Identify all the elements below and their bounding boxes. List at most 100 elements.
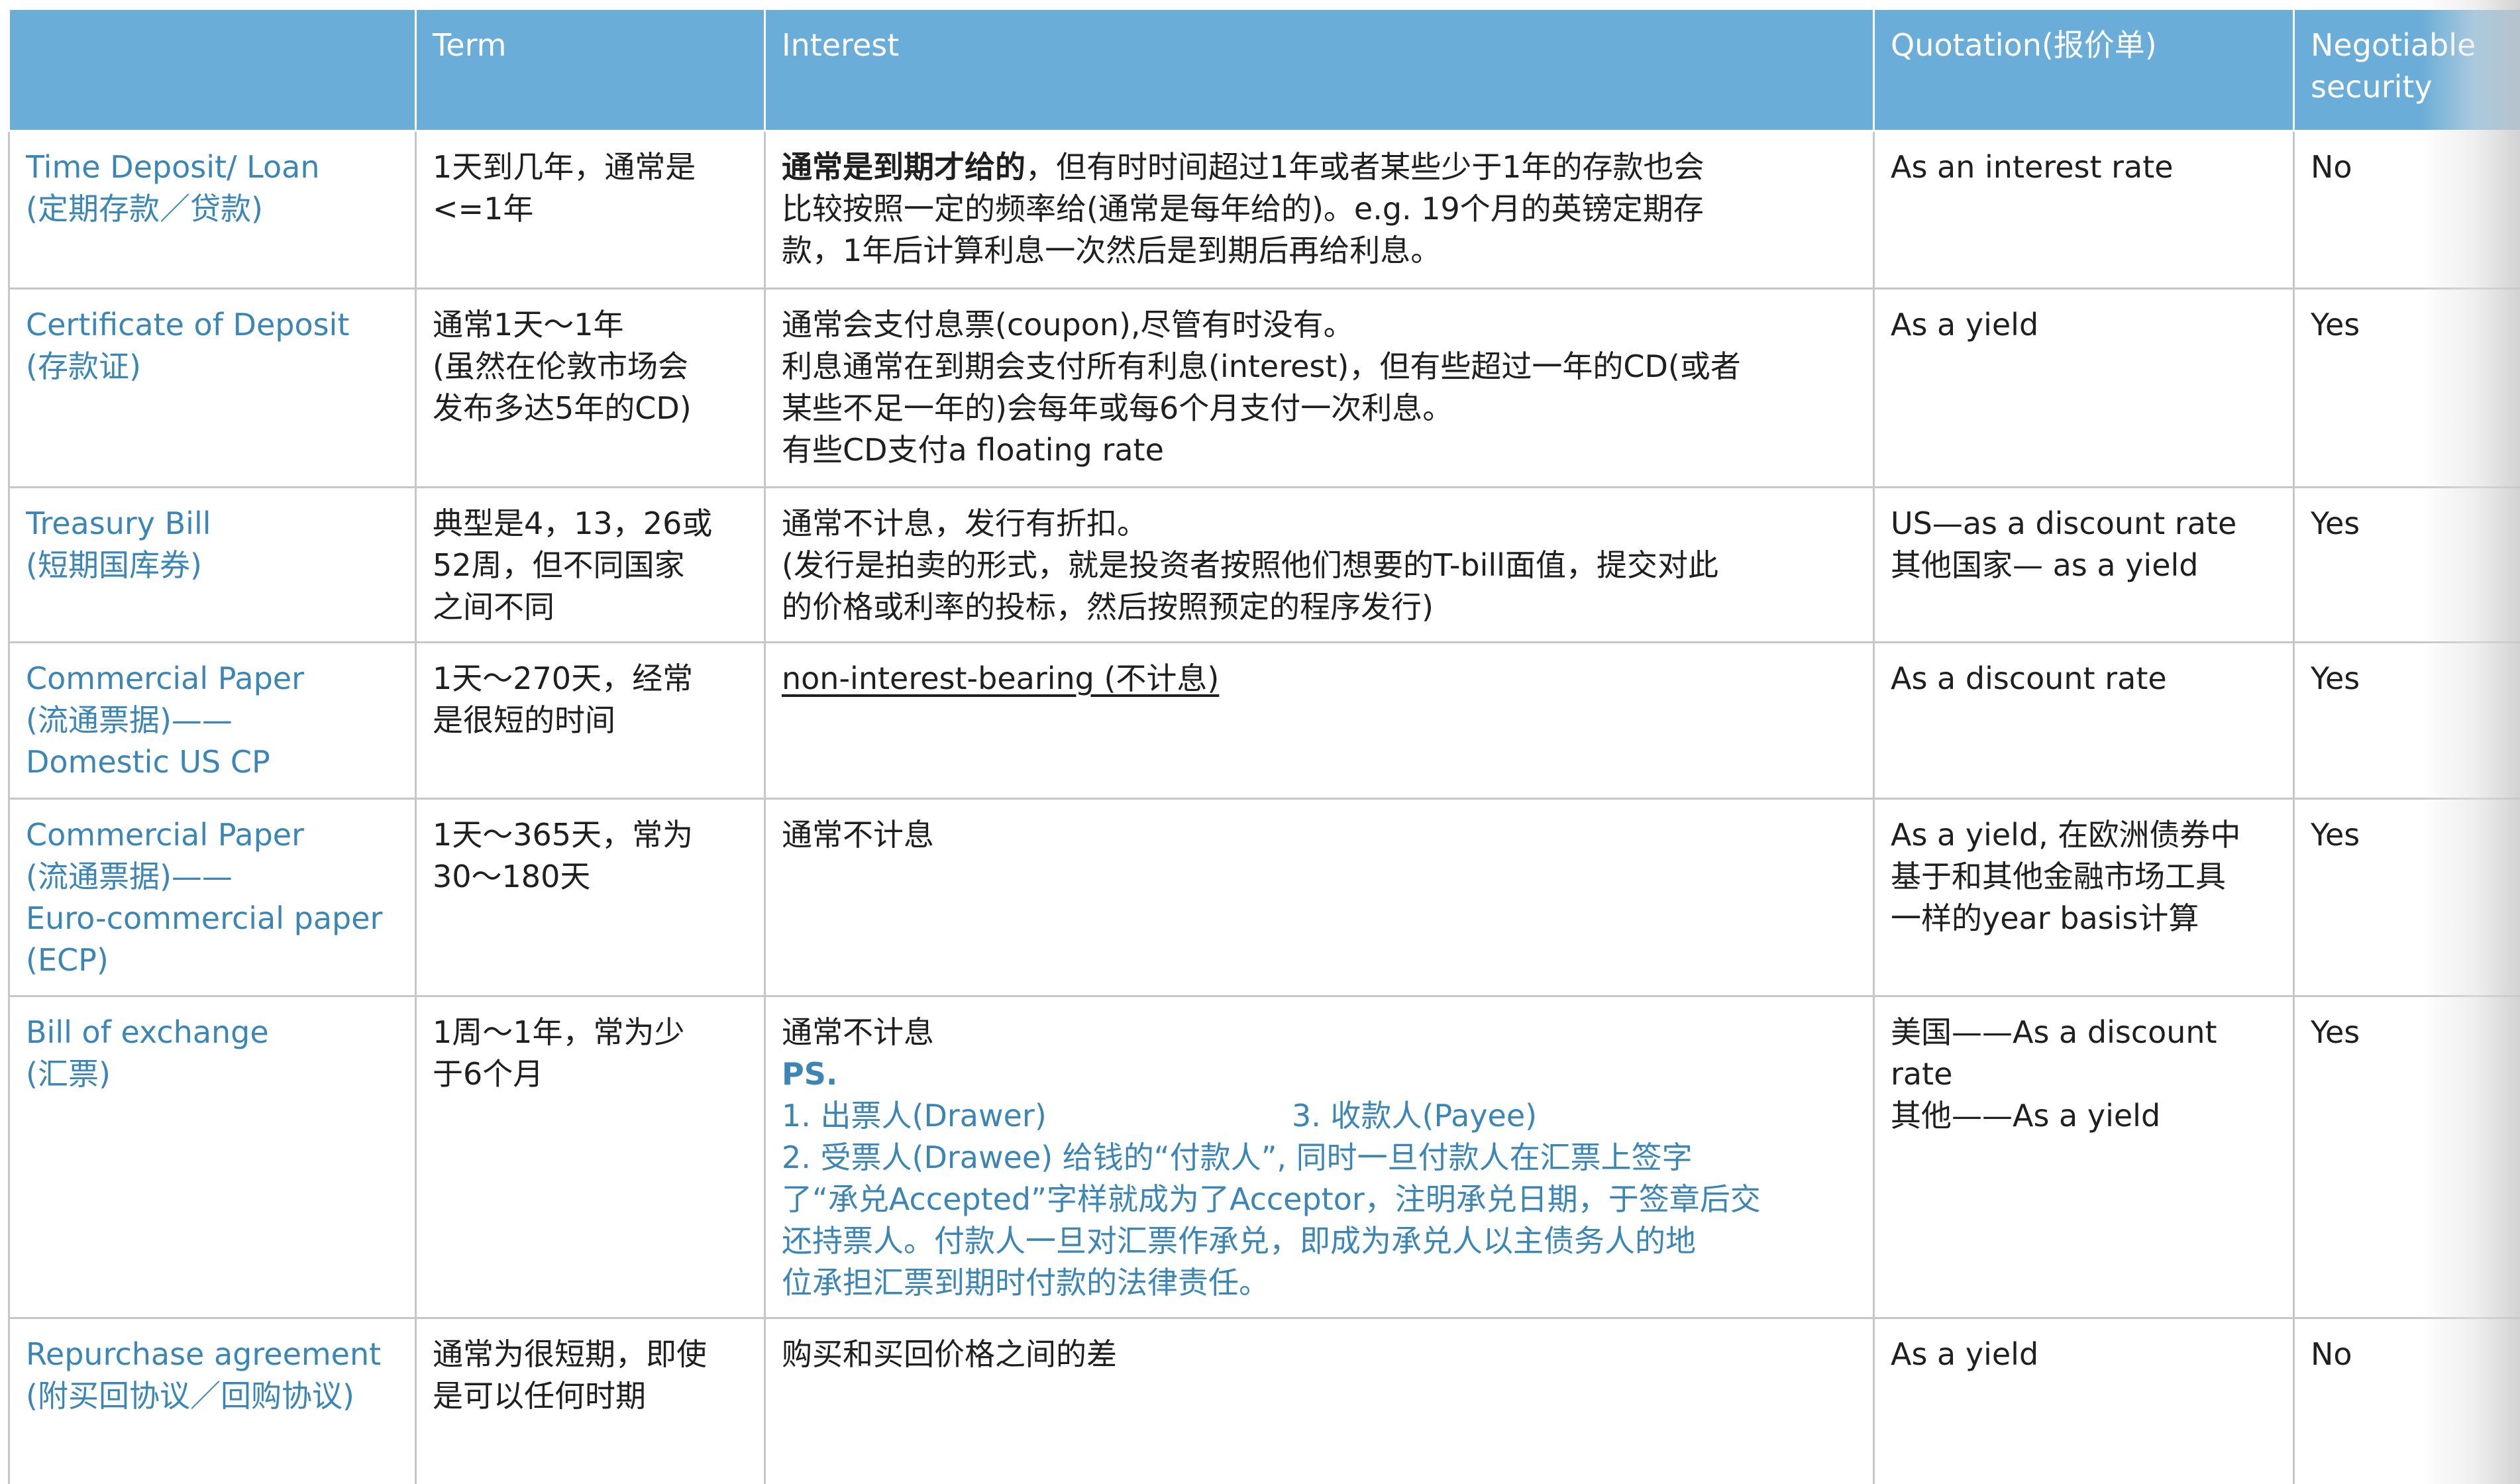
instrument-name-line: (流通票据)—— xyxy=(26,702,233,738)
quotation-line: 一样的year basis计算 xyxy=(1891,900,2199,936)
quotation-cell: US—as a discount rate 其他国家— as a yield xyxy=(1873,486,2295,643)
quotation-cell: As an interest rate xyxy=(1873,130,2295,290)
instrument-name-line: (短期国库券) xyxy=(26,547,202,583)
instrument-cell: Commercial Paper (流通票据)—— Domestic US CP xyxy=(8,641,417,800)
instrument-name-line: (定期存款／贷款) xyxy=(26,191,263,227)
term-cell: 1天～365天，常为 30～180天 xyxy=(415,798,766,997)
slide: Term Interest Quotation(报价单) Negotiable … xyxy=(0,0,2520,1484)
negotiable-cell: No xyxy=(2293,130,2520,290)
quotation-line: 美国——As a discount xyxy=(1891,1014,2217,1050)
instrument-name-line: (附买回协议／回购协议) xyxy=(26,1378,354,1414)
term-line: 1天～270天，经常 xyxy=(433,661,694,696)
table-row: Treasury Bill (短期国库券) 典型是4，13，26或 52周，但不… xyxy=(8,486,2520,643)
interest-bold-text: 通常是到期才给的 xyxy=(782,149,1025,185)
term-line: 30～180天 xyxy=(433,859,591,894)
quotation-line: As a yield xyxy=(1891,1336,2039,1372)
interest-line: non-interest-bearing (不计息) xyxy=(782,661,1220,696)
quotation-line: US—as a discount rate xyxy=(1891,505,2237,541)
quotation-line: rate xyxy=(1891,1056,1953,1092)
interest-cell: 通常是到期才给的，但有时时间超过1年或者某些少于1年的存款也会 比较按照一定的频… xyxy=(764,130,1875,290)
interest-cell: 购买和买回价格之间的差 xyxy=(764,1317,1875,1484)
instrument-name-line: Euro-commercial paper xyxy=(26,900,383,936)
interest-line: 通常不计息，发行有折扣。 xyxy=(782,505,1147,541)
header-quotation: Quotation(报价单) xyxy=(1873,8,2295,132)
quotation-line: As a yield, 在欧洲债券中 xyxy=(1891,817,2241,853)
instrument-name-line: Domestic US CP xyxy=(26,744,270,780)
drawee-note-line: 还持票人。付款人一旦对汇票作承兑，即成为承兑人以主债务人的地 xyxy=(782,1223,1696,1259)
instrument-name-line: (ECP) xyxy=(26,942,109,978)
interest-cell: 通常会支付息票(coupon),尽管有时没有。 利息通常在到期会支付所有利息(i… xyxy=(764,288,1875,488)
interest-line: 有些CD支付a floating rate xyxy=(782,432,1164,468)
instrument-cell: Commercial Paper (流通票据)—— Euro-commercia… xyxy=(8,798,417,997)
instrument-cell: Repurchase agreement (附买回协议／回购协议) xyxy=(8,1317,417,1484)
ps-label: PS. xyxy=(782,1056,838,1092)
interest-line: 通常是到期才给的，但有时时间超过1年或者某些少于1年的存款也会 xyxy=(782,146,1857,188)
drawee-note-line: 位承担汇票到期时付款的法律责任。 xyxy=(782,1265,1269,1300)
interest-line: 某些不足一年的)会每年或每6个月支付一次利息。 xyxy=(782,390,1453,426)
instrument-name-line: Repurchase agreement xyxy=(26,1336,382,1372)
term-line: 1天到几年，通常是 xyxy=(433,149,696,185)
instrument-name-line: Commercial Paper xyxy=(26,817,305,853)
table-row: Commercial Paper (流通票据)—— Euro-commercia… xyxy=(8,798,2520,997)
term-line: 是可以任何时期 xyxy=(433,1378,646,1414)
interest-line: 利息通常在到期会支付所有利息(interest)，但有些超过一年的CD(或者 xyxy=(782,348,1741,384)
money-market-table: Term Interest Quotation(报价单) Negotiable … xyxy=(8,8,2520,1484)
negotiable-cell: Yes xyxy=(2293,641,2520,800)
term-cell: 1周～1年，常为少 于6个月 xyxy=(415,995,766,1319)
negotiable-cell: Yes xyxy=(2293,486,2520,643)
interest-line: 购买和买回价格之间的差 xyxy=(782,1336,1117,1372)
table-row: Certificate of Deposit (存款证) 通常1天～1年 (虽然… xyxy=(8,288,2520,488)
interest-text: ，但有时时间超过1年或者某些少于1年的存款也会 xyxy=(1025,149,1705,185)
drawee-note-line: 2. 受票人(Drawee) 给钱的“付款人”, 同时一旦付款人在汇票上签字 xyxy=(782,1140,1693,1175)
interest-line: 通常会支付息票(coupon),尽管有时没有。 xyxy=(782,307,1354,343)
quotation-cell: As a yield xyxy=(1873,288,2295,488)
term-line: 通常1天～1年 xyxy=(433,307,624,343)
quotation-line: As a discount rate xyxy=(1891,661,2167,696)
instrument-cell: Certificate of Deposit (存款证) xyxy=(8,288,417,488)
interest-line: 通常不计息 xyxy=(782,1014,934,1050)
interest-line: 款，1年后计算利息一次然后是到期后再给利息。 xyxy=(782,233,1442,268)
term-cell: 1天～270天，经常 是很短的时间 xyxy=(415,641,766,800)
parties-line: 1. 出票人(Drawer) 3. 收款人(Payee) xyxy=(782,1095,1857,1137)
interest-line: (发行是拍卖的形式，就是投资者按照他们想要的T-bill面值，提交对此 xyxy=(782,547,1718,583)
instrument-name-line: (汇票) xyxy=(26,1056,111,1092)
quotation-cell: As a yield, 在欧洲债券中 基于和其他金融市场工具 一样的year b… xyxy=(1873,798,2295,997)
instrument-name-line: (流通票据)—— xyxy=(26,859,233,894)
term-line: 之间不同 xyxy=(433,589,554,625)
header-negotiable: Negotiable security xyxy=(2293,8,2520,132)
instrument-name-line: Commercial Paper xyxy=(26,661,305,696)
term-cell: 典型是4，13，26或 52周，但不同国家 之间不同 xyxy=(415,486,766,643)
term-line: 1天～365天，常为 xyxy=(433,817,694,853)
term-line: 52周，但不同国家 xyxy=(433,547,685,583)
negotiable-cell: Yes xyxy=(2293,995,2520,1319)
quotation-cell: As a discount rate xyxy=(1873,641,2295,800)
table-row: Bill of exchange (汇票) 1周～1年，常为少 于6个月 通常不… xyxy=(8,995,2520,1319)
interest-line: 通常不计息 xyxy=(782,817,934,853)
term-line: <=1年 xyxy=(433,191,534,227)
quotation-line: 基于和其他金融市场工具 xyxy=(1891,859,2226,894)
header-negotiable-line: security xyxy=(2311,69,2433,105)
interest-cell: non-interest-bearing (不计息) xyxy=(764,641,1875,800)
instrument-name-line: Certificate of Deposit xyxy=(26,307,350,343)
term-cell: 通常为很短期，即使 是可以任何时期 xyxy=(415,1317,766,1484)
interest-line: 比较按照一定的频率给(通常是每年给的)。e.g. 19个月的英镑定期存 xyxy=(782,191,1704,227)
quotation-cell: As a yield xyxy=(1873,1317,2295,1484)
quotation-line: 其他国家— as a yield xyxy=(1891,547,2199,583)
instrument-cell: Time Deposit/ Loan (定期存款／贷款) xyxy=(8,130,417,290)
header-interest: Interest xyxy=(764,8,1875,132)
header-term: Term xyxy=(415,8,766,132)
instrument-name-line: Treasury Bill xyxy=(26,505,211,541)
drawee-note-line: 了“承兑Accepted”字样就成为了Acceptor，注明承兑日期，于签章后交 xyxy=(782,1181,1761,1217)
header-negotiable-line: Negotiable xyxy=(2311,27,2476,63)
interest-cell: 通常不计息 xyxy=(764,798,1875,997)
term-line: 典型是4，13，26或 xyxy=(433,505,713,541)
negotiable-cell: Yes xyxy=(2293,798,2520,997)
term-cell: 1天到几年，通常是 <=1年 xyxy=(415,130,766,290)
instrument-name-line: Bill of exchange xyxy=(26,1014,269,1050)
quotation-cell: 美国——As a discount rate 其他——As a yield xyxy=(1873,995,2295,1319)
interest-cell: 通常不计息，发行有折扣。 (发行是拍卖的形式，就是投资者按照他们想要的T-bil… xyxy=(764,486,1875,643)
term-cell: 通常1天～1年 (虽然在伦敦市场会 发布多达5年的CD) xyxy=(415,288,766,488)
interest-line: 的价格或利率的投标，然后按照预定的程序发行) xyxy=(782,589,1434,625)
term-line: 于6个月 xyxy=(433,1056,544,1092)
table-row: Commercial Paper (流通票据)—— Domestic US CP… xyxy=(8,641,2520,800)
